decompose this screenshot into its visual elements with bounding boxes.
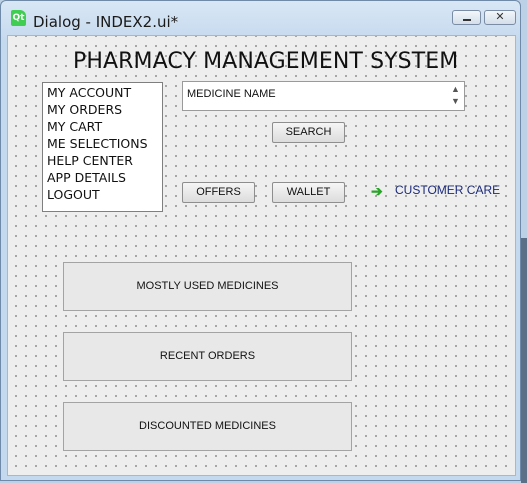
customer-care-link[interactable]: CUSTOMER CARE: [395, 183, 500, 197]
discounted-medicines-button[interactable]: DISCOUNTED MEDICINES: [63, 402, 352, 451]
menu-list[interactable]: MY ACCOUNT MY ORDERS MY CART ME SELECTIO…: [42, 82, 163, 212]
spin-down-icon[interactable]: ▼: [450, 95, 461, 107]
menu-item-help-center[interactable]: HELP CENTER: [43, 152, 162, 169]
close-button[interactable]: ✕: [484, 10, 516, 25]
arrow-right-icon[interactable]: ➔: [371, 183, 383, 200]
menu-item-my-orders[interactable]: MY ORDERS: [43, 101, 162, 118]
mostly-used-medicines-button[interactable]: MOSTLY USED MEDICINES: [63, 262, 352, 311]
spin-buttons[interactable]: ▲ ▼: [450, 83, 461, 109]
menu-item-me-selections[interactable]: ME SELECTIONS: [43, 135, 162, 152]
menu-item-logout[interactable]: LOGOUT: [43, 186, 162, 203]
offers-button[interactable]: OFFERS: [182, 182, 255, 203]
search-input-value: MEDICINE NAME: [187, 88, 276, 100]
menu-item-my-cart[interactable]: MY CART: [43, 118, 162, 135]
title-bar[interactable]: Qt Dialog - INDEX2.ui* ✕: [1, 1, 520, 35]
search-button[interactable]: SEARCH: [272, 122, 345, 143]
page-title: PHARMACY MANAGEMENT SYSTEM: [73, 49, 459, 74]
qt-app-icon: Qt: [11, 10, 26, 26]
wallet-button[interactable]: WALLET: [272, 182, 345, 203]
spin-up-icon[interactable]: ▲: [450, 83, 461, 95]
designer-canvas: PHARMACY MANAGEMENT SYSTEM MY ACCOUNT MY…: [7, 35, 516, 476]
window-title: Dialog - INDEX2.ui*: [33, 13, 179, 31]
dialog-window: Qt Dialog - INDEX2.ui* ✕ PHARMACY MANAGE…: [0, 0, 521, 481]
medicine-search-input[interactable]: MEDICINE NAME ▲ ▼: [182, 81, 465, 111]
menu-item-app-details[interactable]: APP DETAILS: [43, 169, 162, 186]
minimize-button[interactable]: [452, 10, 481, 25]
menu-item-my-account[interactable]: MY ACCOUNT: [43, 84, 162, 101]
recent-orders-button[interactable]: RECENT ORDERS: [63, 332, 352, 381]
window-edge: [521, 238, 527, 483]
